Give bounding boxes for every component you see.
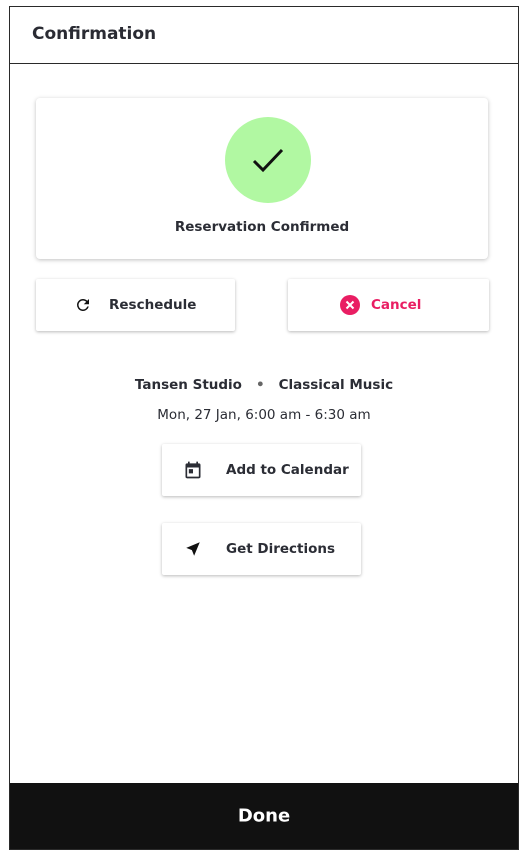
add-to-calendar-label: Add to Calendar (226, 462, 349, 478)
booking-summary: Tansen Studio • Classical Music (10, 377, 518, 393)
venue-name: Tansen Studio (134, 377, 242, 393)
status-title: Reservation Confirmed (174, 219, 350, 235)
success-badge (225, 117, 311, 203)
done-button[interactable]: Done (10, 783, 518, 849)
cancel-button[interactable]: Cancel (288, 279, 489, 331)
reschedule-button[interactable]: Reschedule (36, 279, 235, 331)
checkmark-icon (252, 148, 284, 173)
status-card: Reservation Confirmed (36, 98, 488, 259)
booking-datetime: Mon, 27 Jan, 6:00 am - 6:30 am (157, 407, 371, 423)
navigation-arrow-icon (186, 542, 200, 556)
get-directions-button[interactable]: Get Directions (162, 523, 361, 575)
add-to-calendar-button[interactable]: Add to Calendar (162, 444, 361, 496)
calendar-icon (185, 461, 201, 479)
page-title: Confirmation (32, 24, 157, 44)
reschedule-label: Reschedule (109, 297, 197, 313)
cancel-label: Cancel (371, 297, 422, 313)
app-header: Confirmation (10, 7, 518, 64)
done-label: Done (237, 805, 291, 827)
confirmation-screen: Confirmation Reservation Confirmed Resch… (9, 6, 519, 850)
close-circle-icon (340, 295, 360, 315)
refresh-icon (76, 299, 89, 311)
category-name: Classical Music (278, 377, 394, 393)
separator-dot: • (255, 377, 265, 393)
get-directions-label: Get Directions (226, 541, 336, 557)
